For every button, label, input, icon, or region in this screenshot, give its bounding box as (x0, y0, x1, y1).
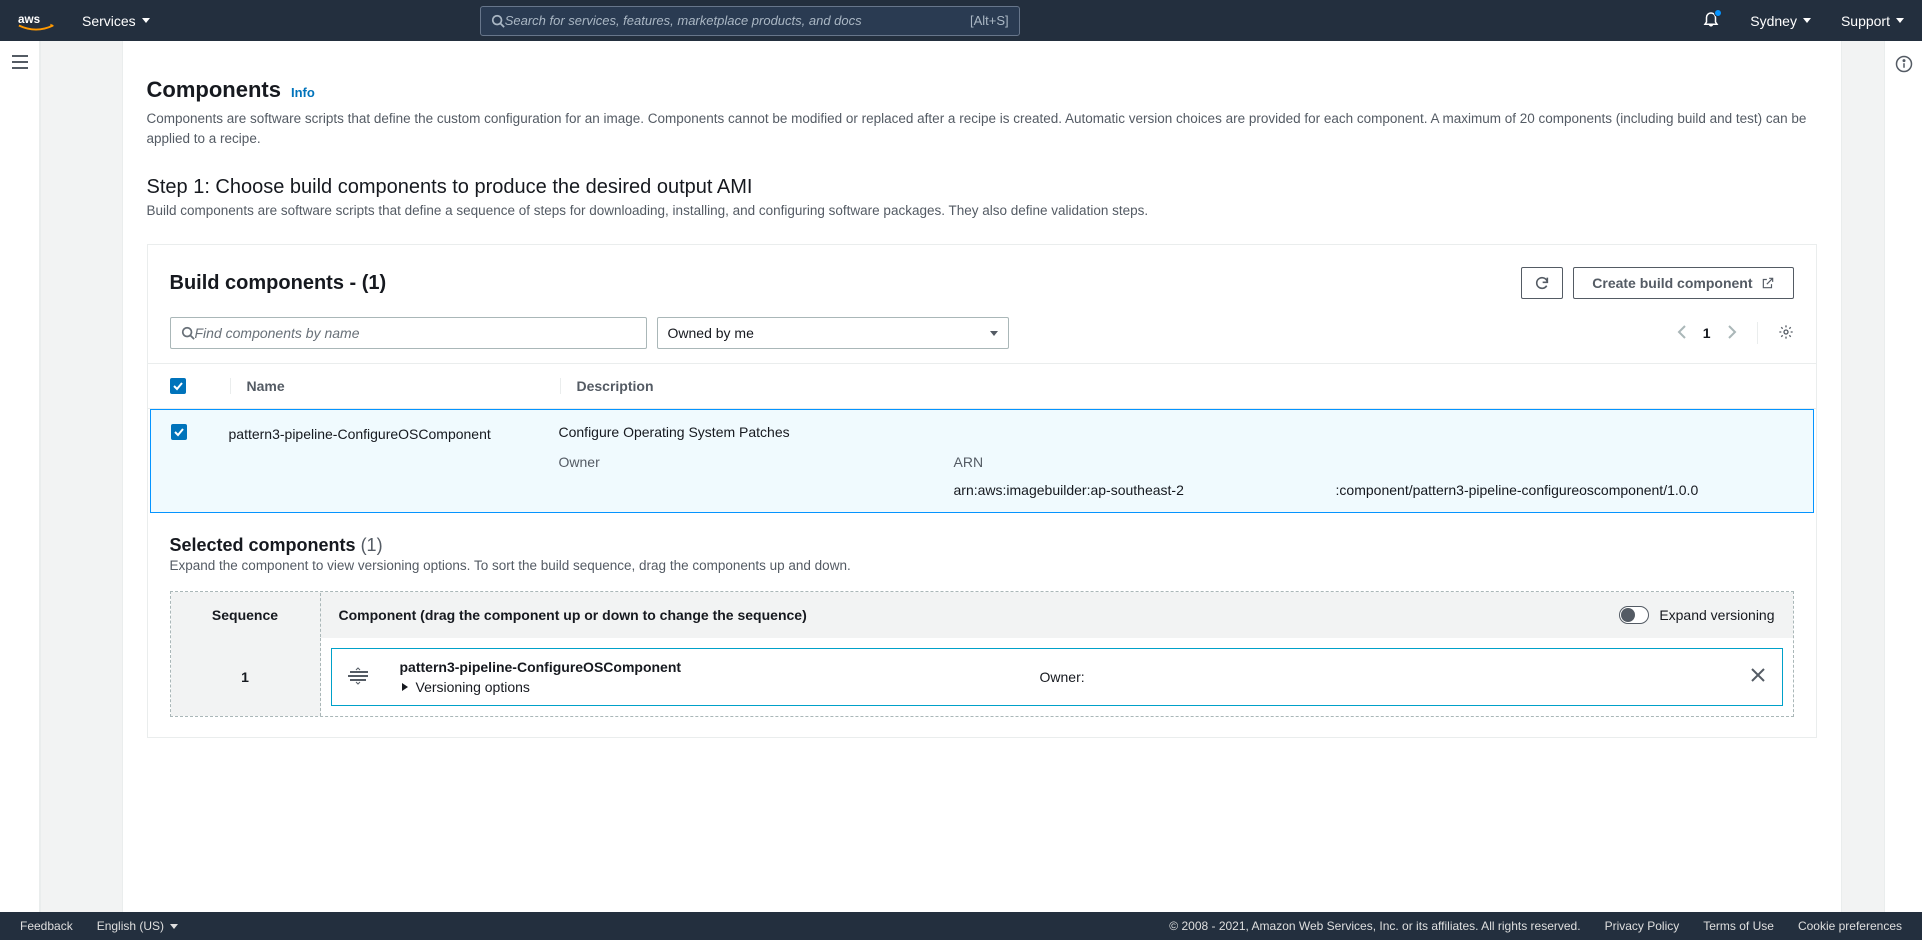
owner-filter-value: Owned by me (668, 325, 754, 341)
caret-down-icon (170, 924, 178, 929)
search-shortcut: [Alt+S] (970, 13, 1009, 28)
selected-components-title: Selected components (1) (170, 535, 1794, 556)
aws-logo[interactable]: aws (18, 10, 54, 32)
step-title: Step 1: Choose build components to produ… (147, 176, 1817, 199)
component-name: pattern3-pipeline-ConfigureOSComponent (400, 659, 1040, 675)
gear-icon (1778, 324, 1794, 340)
versioning-label: Versioning options (416, 679, 530, 695)
language-selector[interactable]: English (US) (97, 919, 178, 933)
check-icon (172, 380, 184, 392)
left-panel-toggle[interactable] (0, 41, 40, 912)
pager-page[interactable]: 1 (1703, 325, 1711, 341)
table-row[interactable]: pattern3-pipeline-ConfigureOSComponent C… (150, 409, 1814, 513)
feedback-link[interactable]: Feedback (20, 919, 73, 933)
caret-down-icon (1896, 18, 1904, 23)
step-description: Build components are software scripts th… (147, 203, 1817, 218)
component-search-input[interactable] (195, 325, 636, 341)
draggable-component[interactable]: pattern3-pipeline-ConfigureOSComponent V… (331, 648, 1783, 706)
chevron-right-icon (1727, 325, 1737, 339)
refresh-button[interactable] (1521, 267, 1563, 299)
owner-filter-select[interactable]: Owned by me (657, 317, 1009, 349)
check-icon (173, 426, 185, 438)
footer: Feedback English (US) © 2008 - 2021, Ama… (0, 912, 1922, 940)
expand-versioning-label: Expand versioning (1659, 607, 1774, 623)
remove-component-button[interactable] (1726, 666, 1766, 689)
region-label: Sydney (1750, 13, 1797, 29)
notification-badge (1714, 9, 1722, 17)
top-nav: aws Services [Alt+S] Sydney Support (0, 0, 1922, 41)
services-menu[interactable]: Services (82, 13, 150, 29)
chevron-left-icon (1677, 325, 1687, 339)
info-icon (1895, 55, 1913, 73)
select-all-checkbox[interactable] (170, 378, 186, 394)
owner-label: Owner (559, 454, 954, 470)
create-build-component-label: Create build component (1592, 275, 1752, 291)
global-search-input[interactable] (505, 13, 970, 28)
sequence-index: 1 (171, 638, 321, 716)
close-icon (1750, 667, 1766, 683)
page-description: Components are software scripts that def… (147, 109, 1817, 148)
triangle-right-icon (400, 682, 410, 692)
hamburger-icon (12, 55, 28, 69)
support-label: Support (1841, 13, 1890, 29)
create-build-component-button[interactable]: Create build component (1573, 267, 1793, 299)
services-label: Services (82, 13, 136, 29)
selected-count: (1) (361, 535, 383, 555)
versioning-expand[interactable]: Versioning options (400, 679, 1040, 695)
selected-description: Expand the component to view versioning … (170, 558, 1794, 573)
row-checkbox[interactable] (171, 424, 187, 440)
arn-label: ARN (954, 454, 1793, 470)
caret-down-icon (1803, 18, 1811, 23)
pager-prev[interactable] (1677, 325, 1687, 342)
drag-handle-icon[interactable] (348, 667, 400, 688)
caret-down-icon (142, 18, 150, 23)
toggle-knob (1621, 608, 1635, 622)
row-description: Configure Operating System Patches (559, 424, 1793, 440)
copyright: © 2008 - 2021, Amazon Web Services, Inc.… (1169, 919, 1580, 933)
build-components-card: Build components - (1) Create build comp… (147, 244, 1817, 738)
page-title: Components (147, 77, 281, 103)
row-name: pattern3-pipeline-ConfigureOSComponent (229, 424, 559, 498)
build-components-title: Build components - (1) (170, 272, 387, 295)
info-link[interactable]: Info (291, 85, 315, 100)
caret-down-icon (990, 331, 998, 336)
pager-next[interactable] (1727, 325, 1737, 342)
table-preferences[interactable] (1778, 324, 1794, 343)
help-panel-toggle[interactable] (1884, 41, 1922, 912)
cookie-link[interactable]: Cookie preferences (1798, 919, 1902, 933)
search-icon (491, 14, 505, 28)
global-search[interactable]: [Alt+S] (480, 6, 1020, 36)
col-description: Description (560, 378, 1794, 394)
refresh-icon (1534, 275, 1550, 291)
component-owner-label: Owner: (1040, 669, 1726, 685)
support-menu[interactable]: Support (1841, 13, 1904, 29)
col-name: Name (230, 378, 560, 394)
notifications-icon[interactable] (1702, 10, 1720, 31)
selected-title-text: Selected components (170, 535, 356, 555)
sequence-header: Sequence (171, 593, 321, 637)
external-link-icon (1761, 276, 1775, 290)
sequence-card: Sequence Component (drag the component u… (170, 591, 1794, 717)
component-header: Component (drag the component up or down… (339, 607, 807, 623)
expand-versioning-toggle[interactable] (1619, 606, 1649, 624)
terms-link[interactable]: Terms of Use (1703, 919, 1774, 933)
arn-value: arn:aws:imagebuilder:ap-southeast-2 :com… (954, 482, 1793, 498)
privacy-link[interactable]: Privacy Policy (1605, 919, 1680, 933)
component-search-box[interactable] (170, 317, 647, 349)
search-icon (181, 326, 195, 340)
language-label: English (US) (97, 919, 164, 933)
region-menu[interactable]: Sydney (1750, 13, 1811, 29)
svg-text:aws: aws (18, 12, 41, 25)
